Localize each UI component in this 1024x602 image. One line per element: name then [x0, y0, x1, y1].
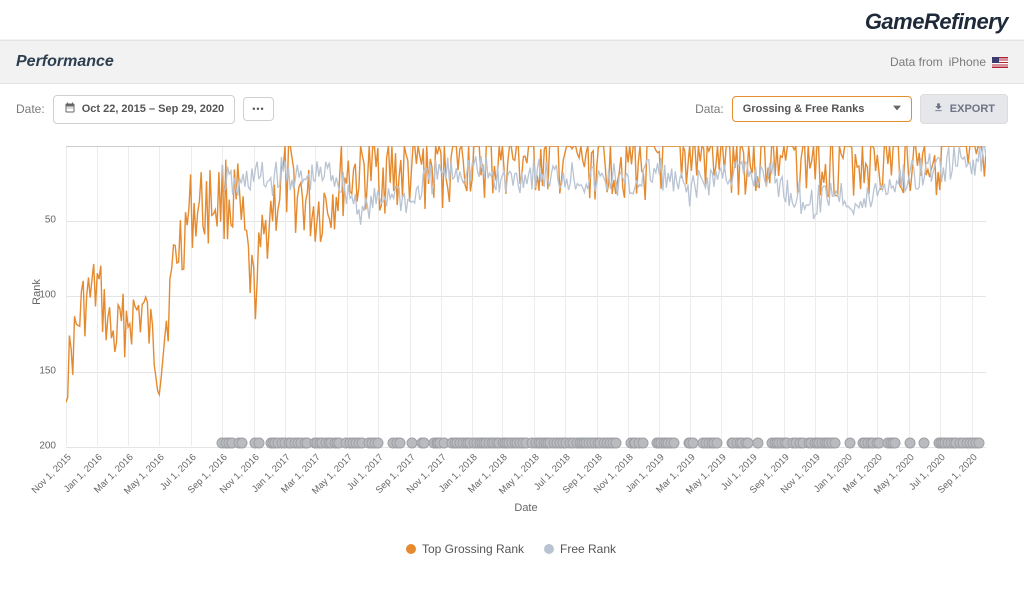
calendar-icon: [64, 102, 76, 117]
legend: Top Grossing Rank Free Rank: [16, 538, 1006, 560]
x-axis: Date Nov 1, 2015Jan 1, 2016Mar 1, 2016Ma…: [66, 446, 986, 506]
x-axis-label: Date: [514, 502, 537, 514]
more-dots-icon: •••: [252, 104, 264, 114]
data-label: Data:: [695, 102, 724, 116]
y-axis: Rank 50100150200: [16, 146, 62, 446]
date-range-value: Oct 22, 2015 – Sep 29, 2020: [82, 103, 225, 115]
toolbar-left: Date: Oct 22, 2015 – Sep 29, 2020 •••: [16, 95, 274, 124]
brand-logo: GameRefinery: [865, 9, 1008, 35]
data-source: Data from iPhone: [890, 55, 1008, 69]
y-tick-label: 200: [39, 441, 56, 452]
legend-dot-icon: [544, 544, 554, 554]
data-source-device: iPhone: [949, 55, 986, 69]
date-label: Date:: [16, 102, 45, 116]
page-title: Performance: [16, 53, 114, 71]
caret-down-icon: [893, 103, 901, 115]
legend-item-free[interactable]: Free Rank: [544, 542, 616, 556]
legend-dot-icon: [406, 544, 416, 554]
download-icon: [933, 102, 944, 116]
legend-label: Top Grossing Rank: [422, 542, 524, 556]
export-label: EXPORT: [950, 103, 995, 115]
legend-item-grossing[interactable]: Top Grossing Rank: [406, 542, 524, 556]
flag-us-icon: [992, 57, 1008, 68]
data-metric-select[interactable]: Grossing & Free Ranks: [732, 96, 912, 122]
y-tick-label: 150: [39, 365, 56, 376]
data-source-prefix: Data from: [890, 55, 943, 69]
chart: Rank 50100150200 Date Nov 1, 2015Jan 1, …: [16, 138, 1006, 568]
legend-label: Free Rank: [560, 542, 616, 556]
page-header: Performance Data from iPhone: [0, 40, 1024, 84]
topbar: GameRefinery: [0, 0, 1024, 40]
date-range-picker[interactable]: Oct 22, 2015 – Sep 29, 2020: [53, 95, 236, 124]
chart-lines: [66, 146, 986, 446]
toolbar-right: Data: Grossing & Free Ranks EXPORT: [695, 94, 1008, 124]
data-select-value: Grossing & Free Ranks: [743, 103, 865, 115]
export-button[interactable]: EXPORT: [920, 94, 1008, 124]
more-options-button[interactable]: •••: [243, 97, 273, 121]
toolbar: Date: Oct 22, 2015 – Sep 29, 2020 ••• Da…: [0, 84, 1024, 134]
y-tick-label: 50: [45, 214, 56, 225]
y-tick-label: 100: [39, 290, 56, 301]
line-top-grossing: [66, 146, 986, 402]
